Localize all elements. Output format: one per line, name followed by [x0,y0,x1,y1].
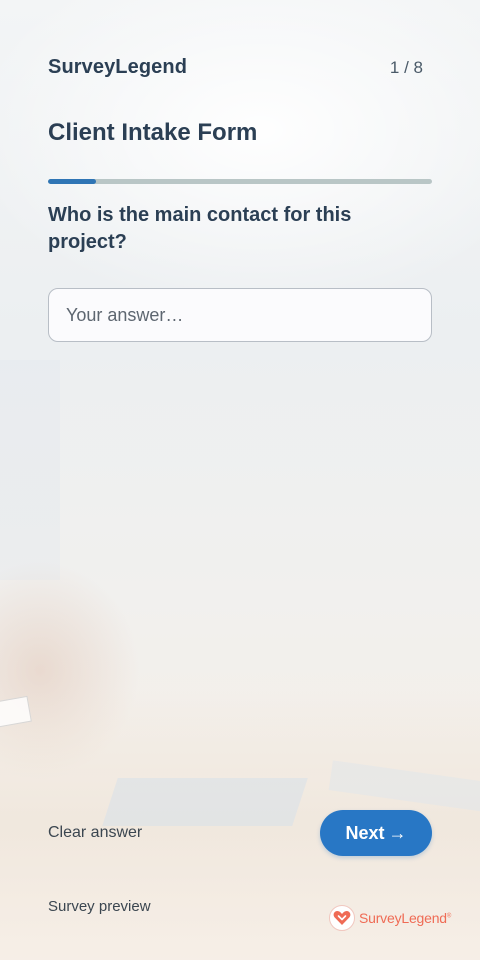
brand-name: SurveyLegend [48,56,188,78]
surveylegend-heart-icon [329,905,355,931]
survey-preview-label: Survey preview [48,898,151,915]
clear-answer-link[interactable]: Clear answer [48,824,142,842]
question-text: Who is the main contact for this project… [48,204,352,253]
surveylegend-logo: SurveyLegend® [329,905,451,931]
logo-wordmark: SurveyLegend® [359,910,452,926]
question-counter: 1 / 8 [389,57,423,77]
answer-input[interactable] [48,288,432,342]
form-title: Client Intake Form [48,119,258,146]
arrow-right-icon: → [388,822,407,843]
progress-bar [48,179,432,184]
progress-fill [48,179,96,184]
next-button-label: Next [345,822,385,843]
next-button[interactable]: Next → [320,810,432,856]
survey-screen: SurveyLegend 1 / 8 Client Intake Form Wh… [0,0,480,960]
survey-header: SurveyLegend 1 / 8 [48,56,423,79]
